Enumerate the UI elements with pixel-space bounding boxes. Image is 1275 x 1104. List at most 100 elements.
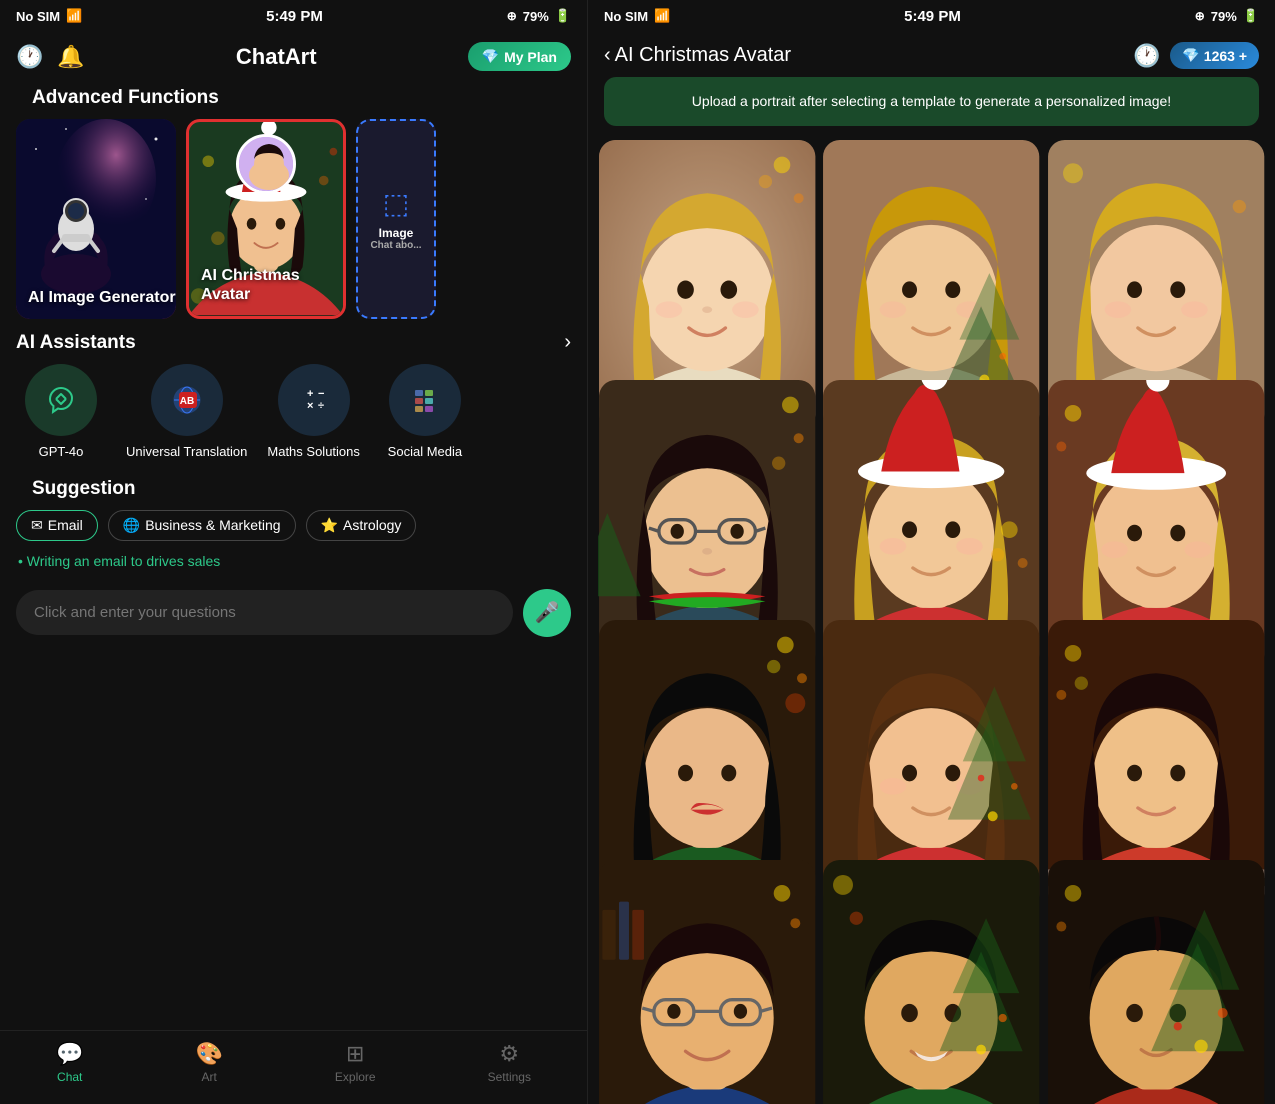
status-right-left: ⊕ 79% 🔋 [507,8,571,24]
chip-astrology[interactable]: ⭐ Astrology [306,510,417,541]
bottom-nav: 💬 Chat 🎨 Art ⊞ Explore ⚙ Settings [0,1030,587,1104]
art-nav-label: Art [201,1070,216,1084]
maths-label: Maths Solutions [267,444,360,460]
assistant-maths[interactable]: + − × ÷ Maths Solutions [267,364,360,460]
my-plan-button[interactable]: 💎 My Plan [468,42,571,71]
status-time-left: 5:49 PM [266,8,323,25]
signal-text: No SIM [16,9,60,24]
christmas-card-label: AI Christmas Avatar [201,266,343,304]
status-right-right: ⊕ 79% 🔋 [1195,8,1259,24]
chip-email[interactable]: ✉ Email [16,510,98,541]
image-chat-card[interactable]: ⬚ Image Chat abo... [356,119,436,319]
history-icon[interactable]: 🕐 [1133,43,1160,69]
translation-icon-circle: AB [151,364,223,436]
instruction-text: Upload a portrait after selecting a temp… [692,93,1171,109]
grid-item-11[interactable] [822,860,1040,1104]
advanced-functions-title: Advanced Functions [16,79,571,119]
signal-text-right: No SIM [604,9,648,24]
chip-astrology-label: Astrology [343,517,401,533]
explore-nav-label: Explore [335,1070,376,1084]
settings-nav-icon: ⚙ [499,1041,519,1067]
right-header-actions: 🕐 💎 1263 + [1133,42,1259,69]
chat-nav-icon: 💬 [56,1041,83,1067]
left-header: 🕐 🔔 ChatArt 💎 My Plan [0,32,587,79]
social-icon-circle [389,364,461,436]
nav-art[interactable]: 🎨 Art [195,1041,222,1084]
diamond-icon: 💎 [482,48,499,65]
status-bar-right: No SIM 📶 5:49 PM ⊕ 79% 🔋 [588,0,1275,32]
ai-christmas-card[interactable]: AI Christmas Avatar [186,119,346,319]
astrology-icon: ⭐ [321,517,338,534]
maths-icon-circle: + − × ÷ [278,364,350,436]
chip-business[interactable]: 🌐 Business & Marketing [108,510,296,541]
nav-chat[interactable]: 💬 Chat [56,1041,83,1084]
svg-text:−: − [318,388,324,400]
ai-image-label: AI Image Generator [28,288,176,307]
left-panel: No SIM 📶 5:49 PM ⊕ 79% 🔋 🕐 🔔 ChatArt 💎 M… [0,0,588,1104]
svg-text:×: × [307,400,313,412]
instruction-bubble: Upload a portrait after selecting a temp… [604,77,1259,126]
status-left-right: No SIM 📶 [604,8,670,24]
header-icons: 🕐 🔔 [16,44,85,70]
suggestion-title: Suggestion [16,470,571,510]
suggestion-preview-text: Writing an email to drives sales [16,553,571,569]
grid-item-12[interactable] [1047,860,1265,1104]
email-icon: ✉ [31,517,43,534]
ai-image-card[interactable]: AI Image Generator [16,119,176,319]
assistant-translation[interactable]: AB Universal Translation [126,364,247,460]
assistant-gpt4o[interactable]: GPT-4o [16,364,106,460]
nav-explore[interactable]: ⊞ Explore [335,1041,376,1084]
assistants-title: AI Assistants [16,332,136,354]
clock-icon[interactable]: 🕐 [16,44,43,70]
suggestion-section: Suggestion ✉ Email 🌐 Business & Marketin… [0,470,587,589]
portrait-grid [588,140,1275,1104]
assistants-row: GPT-4o AB Universal Transla [16,364,571,460]
chip-business-label: Business & Marketing [145,517,280,533]
svg-text:AB: AB [179,396,193,407]
right-title-text: AI Christmas Avatar [615,44,791,67]
status-left: No SIM 📶 [16,8,82,24]
chat-nav-label: Chat [57,1070,82,1084]
diamond-icon-right: 💎 [1182,47,1199,64]
wifi-icon: 📶 [66,8,82,24]
feature-cards-row: AI Image Generator [16,119,571,319]
diamond-badge[interactable]: 💎 1263 + [1170,42,1259,69]
location-icon-right: ⊕ [1195,9,1205,23]
location-icon: ⊕ [507,9,517,23]
social-label: Social Media [388,444,462,460]
explore-nav-icon: ⊞ [346,1041,364,1067]
battery-text-right: 79% [1211,9,1237,24]
nav-settings[interactable]: ⚙ Settings [488,1041,531,1084]
battery-icon: 🔋 [555,8,571,24]
gpt-icon-circle [25,364,97,436]
christmas-card-avatar [236,134,296,194]
chevron-right-icon[interactable]: › [564,331,571,354]
diamond-count: 1263 + [1204,48,1247,64]
right-header: ‹ AI Christmas Avatar 🕐 💎 1263 + [588,32,1275,77]
grid-item-10[interactable] [598,860,816,1104]
wifi-icon-right: 📶 [654,8,670,24]
right-panel: No SIM 📶 5:49 PM ⊕ 79% 🔋 ‹ AI Christmas … [588,0,1275,1104]
gpt4o-label: GPT-4o [39,444,84,460]
assistants-header: AI Assistants › [16,331,571,354]
image-chat-icon: ⬚ [383,187,409,220]
image-chat-label: Image Chat abo... [370,226,421,251]
mic-button[interactable]: 🎤 [523,589,571,637]
translation-label: Universal Translation [126,444,247,460]
chip-email-label: Email [48,517,83,533]
settings-nav-label: Settings [488,1070,531,1084]
ai-assistants-section: AI Assistants › GPT-4o [0,331,587,470]
business-icon: 🌐 [123,517,140,534]
svg-text:÷: ÷ [318,400,324,412]
status-bar-left: No SIM 📶 5:49 PM ⊕ 79% 🔋 [0,0,587,32]
suggestion-chips: ✉ Email 🌐 Business & Marketing ⭐ Astrolo… [16,510,571,541]
back-button[interactable]: ‹ AI Christmas Avatar [604,44,791,67]
assistant-social[interactable]: Social Media [380,364,470,460]
svg-text:+: + [307,388,313,400]
back-chevron-icon: ‹ [604,44,611,67]
advanced-functions-section: Advanced Functions [0,79,587,331]
app-title: ChatArt [236,44,317,70]
bell-icon[interactable]: 🔔 [57,44,84,70]
battery-text: 79% [523,9,549,24]
query-input[interactable] [16,590,513,635]
